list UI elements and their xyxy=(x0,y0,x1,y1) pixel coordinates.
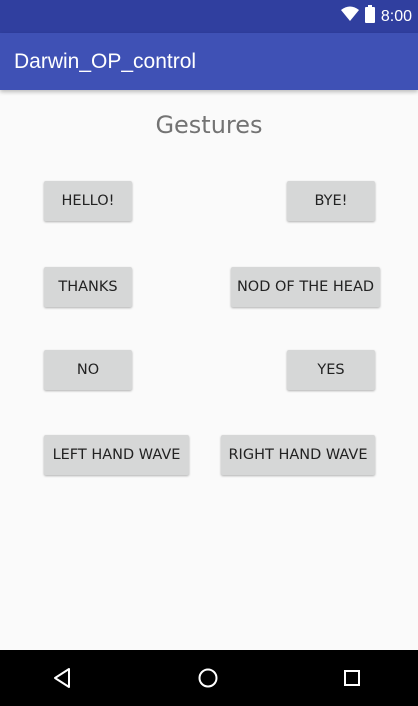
status-icons: 8:00 xyxy=(340,0,412,33)
nod-of-the-head-button[interactable]: NOD OF THE HEAD xyxy=(231,267,380,307)
navigation-bar xyxy=(0,650,418,706)
status-bar: 8:00 xyxy=(0,0,418,33)
home-icon[interactable] xyxy=(194,664,222,692)
thanks-button[interactable]: THANKS xyxy=(44,267,132,307)
no-button[interactable]: NO xyxy=(44,350,132,390)
back-icon[interactable] xyxy=(48,664,76,692)
battery-icon xyxy=(364,5,375,28)
right-hand-wave-button[interactable]: RIGHT HAND WAVE xyxy=(221,435,375,475)
bye-button[interactable]: BYE! xyxy=(287,181,375,221)
wifi-icon xyxy=(340,6,359,27)
gestures-heading: Gestures xyxy=(155,111,263,139)
hello-button[interactable]: HELLO! xyxy=(44,181,132,221)
yes-button[interactable]: YES xyxy=(287,350,375,390)
status-time: 8:00 xyxy=(380,7,412,25)
app-title: Darwin_OP_control xyxy=(14,49,197,73)
left-hand-wave-button[interactable]: LEFT HAND WAVE xyxy=(44,435,189,475)
app-bar: Darwin_OP_control xyxy=(0,33,418,90)
recents-icon[interactable] xyxy=(338,664,366,692)
